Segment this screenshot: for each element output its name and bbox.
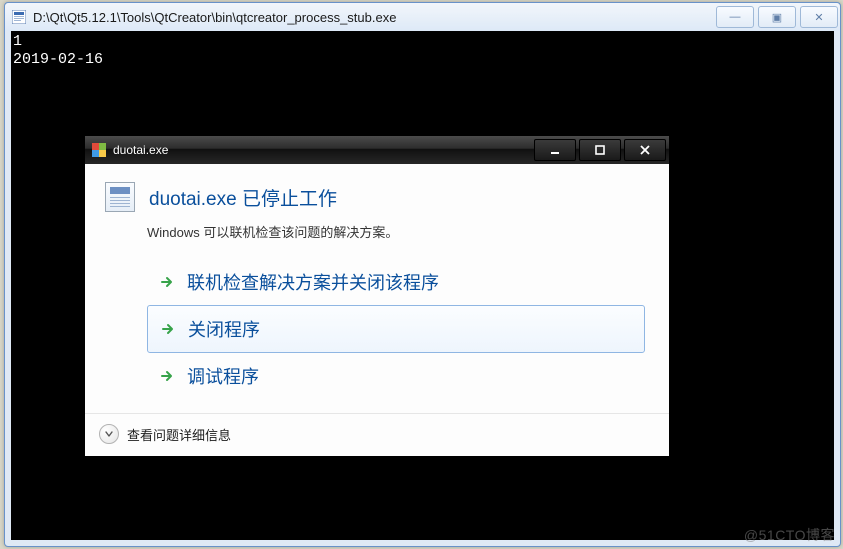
crash-dialog-maximize-button[interactable] xyxy=(579,139,621,161)
chevron-down-icon[interactable] xyxy=(99,424,119,444)
console-title-text: D:\Qt\Qt5.12.1\Tools\QtCreator\bin\qtcre… xyxy=(33,10,716,25)
crash-option-close-program[interactable]: 关闭程序 xyxy=(147,305,645,353)
console-client-area: 1 2019-02-16 duotai.exe xyxy=(11,31,834,540)
crash-dialog: duotai.exe duotai.exe 已停止工作 xyxy=(84,135,670,457)
crash-option-debug-program[interactable]: 调试程序 xyxy=(147,353,645,399)
console-window-buttons: — ▣ ✕ xyxy=(716,6,838,28)
crash-dialog-footer: 查看问题详细信息 xyxy=(85,414,669,456)
crash-dialog-content: duotai.exe 已停止工作 Windows 可以联机检查该问题的解决方案。… xyxy=(85,164,669,414)
crash-details-toggle[interactable]: 查看问题详细信息 xyxy=(127,425,231,444)
arrow-right-icon xyxy=(159,274,175,290)
console-close-button[interactable]: ✕ xyxy=(800,6,838,28)
console-line-2: 2019-02-16 xyxy=(13,51,103,68)
watermark-text: @51CTO博客 xyxy=(744,525,835,545)
crash-dialog-titlebar[interactable]: duotai.exe xyxy=(85,136,669,164)
crash-option-label: 调试程序 xyxy=(187,363,259,389)
crash-dialog-minimize-button[interactable] xyxy=(534,139,576,161)
arrow-right-icon xyxy=(159,368,175,384)
program-icon xyxy=(105,182,135,212)
crash-options: 联机检查解决方案并关闭该程序 关闭程序 调试程序 xyxy=(147,259,645,399)
console-line-1: 1 xyxy=(13,33,22,50)
crash-dialog-title: duotai.exe xyxy=(113,143,534,157)
crash-dialog-close-button[interactable] xyxy=(624,139,666,161)
console-titlebar[interactable]: D:\Qt\Qt5.12.1\Tools\QtCreator\bin\qtcre… xyxy=(5,3,840,31)
crash-option-label: 联机检查解决方案并关闭该程序 xyxy=(187,269,439,295)
console-maximize-button[interactable]: ▣ xyxy=(758,6,796,28)
console-output: 1 2019-02-16 xyxy=(13,33,103,69)
crash-subtext: Windows 可以联机检查该问题的解决方案。 xyxy=(147,222,645,241)
crash-dialog-window-buttons xyxy=(534,139,669,161)
arrow-right-icon xyxy=(160,321,176,337)
console-window: D:\Qt\Qt5.12.1\Tools\QtCreator\bin\qtcre… xyxy=(4,2,841,547)
crash-option-label: 关闭程序 xyxy=(188,316,260,342)
crash-heading-row: duotai.exe 已停止工作 xyxy=(105,182,645,212)
console-minimize-button[interactable]: — xyxy=(716,6,754,28)
console-app-icon xyxy=(11,9,27,25)
crash-dialog-app-icon xyxy=(91,142,107,158)
crash-option-check-online[interactable]: 联机检查解决方案并关闭该程序 xyxy=(147,259,645,305)
crash-heading: duotai.exe 已停止工作 xyxy=(149,184,337,211)
